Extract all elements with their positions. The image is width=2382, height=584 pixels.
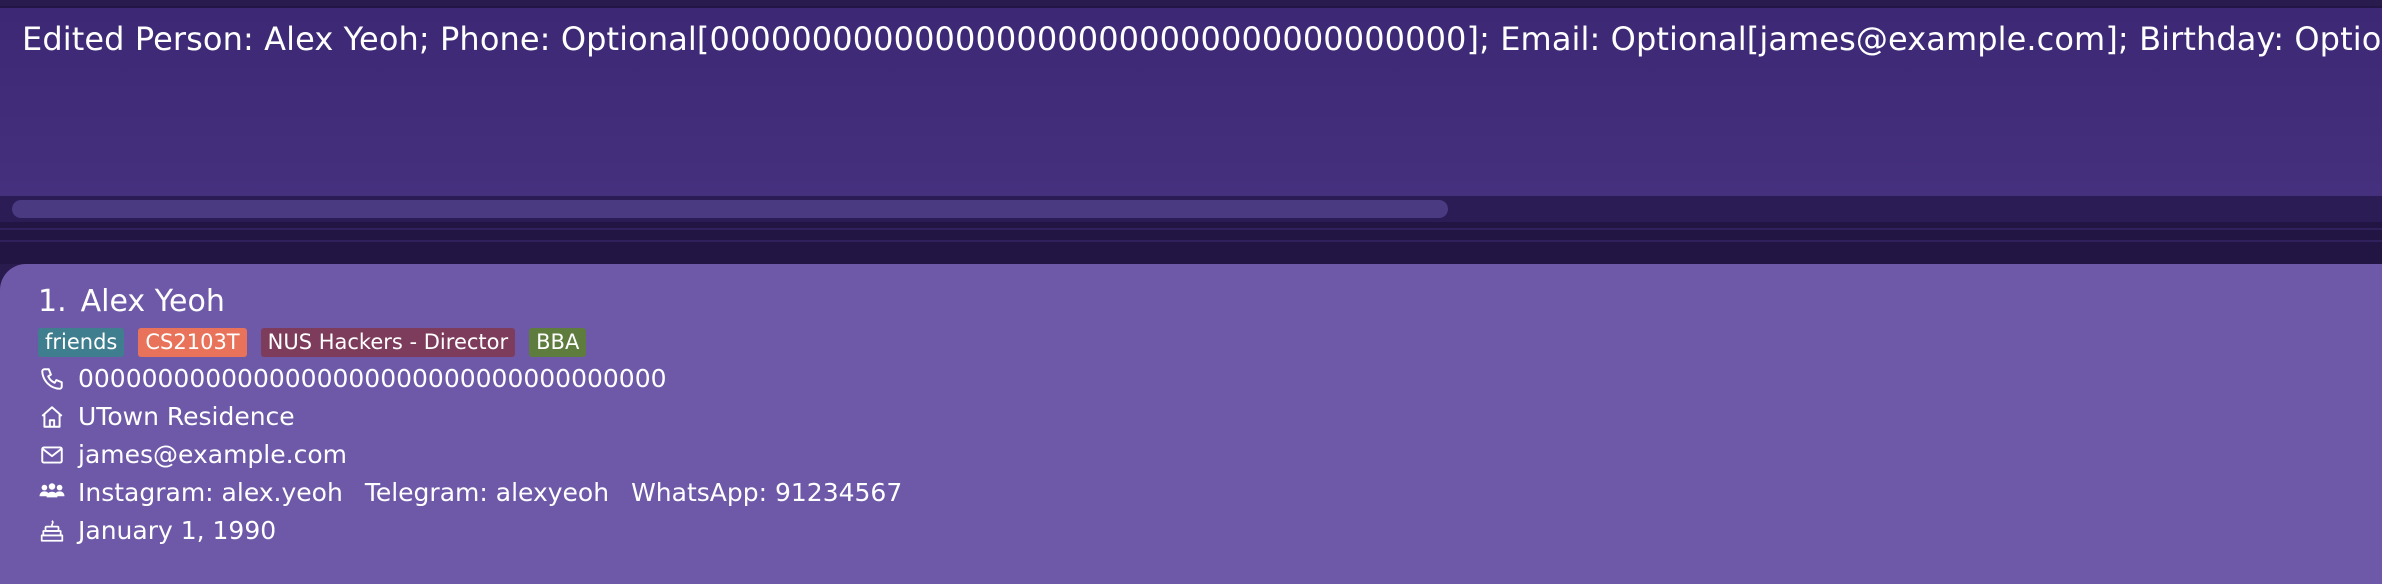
horizontal-scrollbar[interactable] (0, 196, 2382, 222)
tag-list: friends CS2103T NUS Hackers - Director B… (38, 328, 587, 357)
phone-icon (38, 365, 66, 393)
people-icon (38, 479, 66, 507)
person-name: Alex Yeoh (80, 284, 225, 319)
whatsapp-number: WhatsApp: 91234567 (631, 478, 903, 507)
tag-cs2103t: CS2103T (138, 328, 247, 357)
person-header: 1. Alex Yeoh (38, 284, 225, 319)
scrollbar-thumb[interactable] (12, 200, 1448, 218)
result-display[interactable]: Edited Person: Alex Yeoh; Phone: Optiona… (0, 6, 2382, 196)
birthday-value: January 1, 1990 (78, 516, 277, 545)
email-row: james@example.com (38, 440, 347, 469)
phone-value: 0000000000000000000000000000000000000 (78, 364, 667, 393)
divider-line (0, 228, 2382, 230)
instagram-handle: Instagram: alex.yeoh (78, 478, 343, 507)
result-message: Edited Person: Alex Yeoh; Phone: Optiona… (22, 20, 2382, 58)
address-row: UTown Residence (38, 402, 295, 431)
birthday-row: January 1, 1990 (38, 516, 276, 545)
cake-icon (38, 517, 66, 545)
person-card[interactable]: 1. Alex Yeoh friends CS2103T NUS Hackers… (0, 264, 2382, 584)
socials-row: Instagram: alex.yeoh Telegram: alexyeoh … (38, 478, 902, 507)
tag-bba: BBA (529, 328, 587, 357)
phone-row: 0000000000000000000000000000000000000 (38, 364, 667, 393)
tag-nus-hackers: NUS Hackers - Director (260, 328, 516, 357)
tag-friends: friends (38, 328, 125, 357)
email-value: james@example.com (78, 440, 347, 469)
home-icon (38, 403, 66, 431)
envelope-icon (38, 441, 66, 469)
address-value: UTown Residence (78, 402, 295, 431)
telegram-handle: Telegram: alexyeoh (364, 478, 610, 507)
divider-line (0, 240, 2382, 242)
person-index: 1. (38, 284, 67, 319)
